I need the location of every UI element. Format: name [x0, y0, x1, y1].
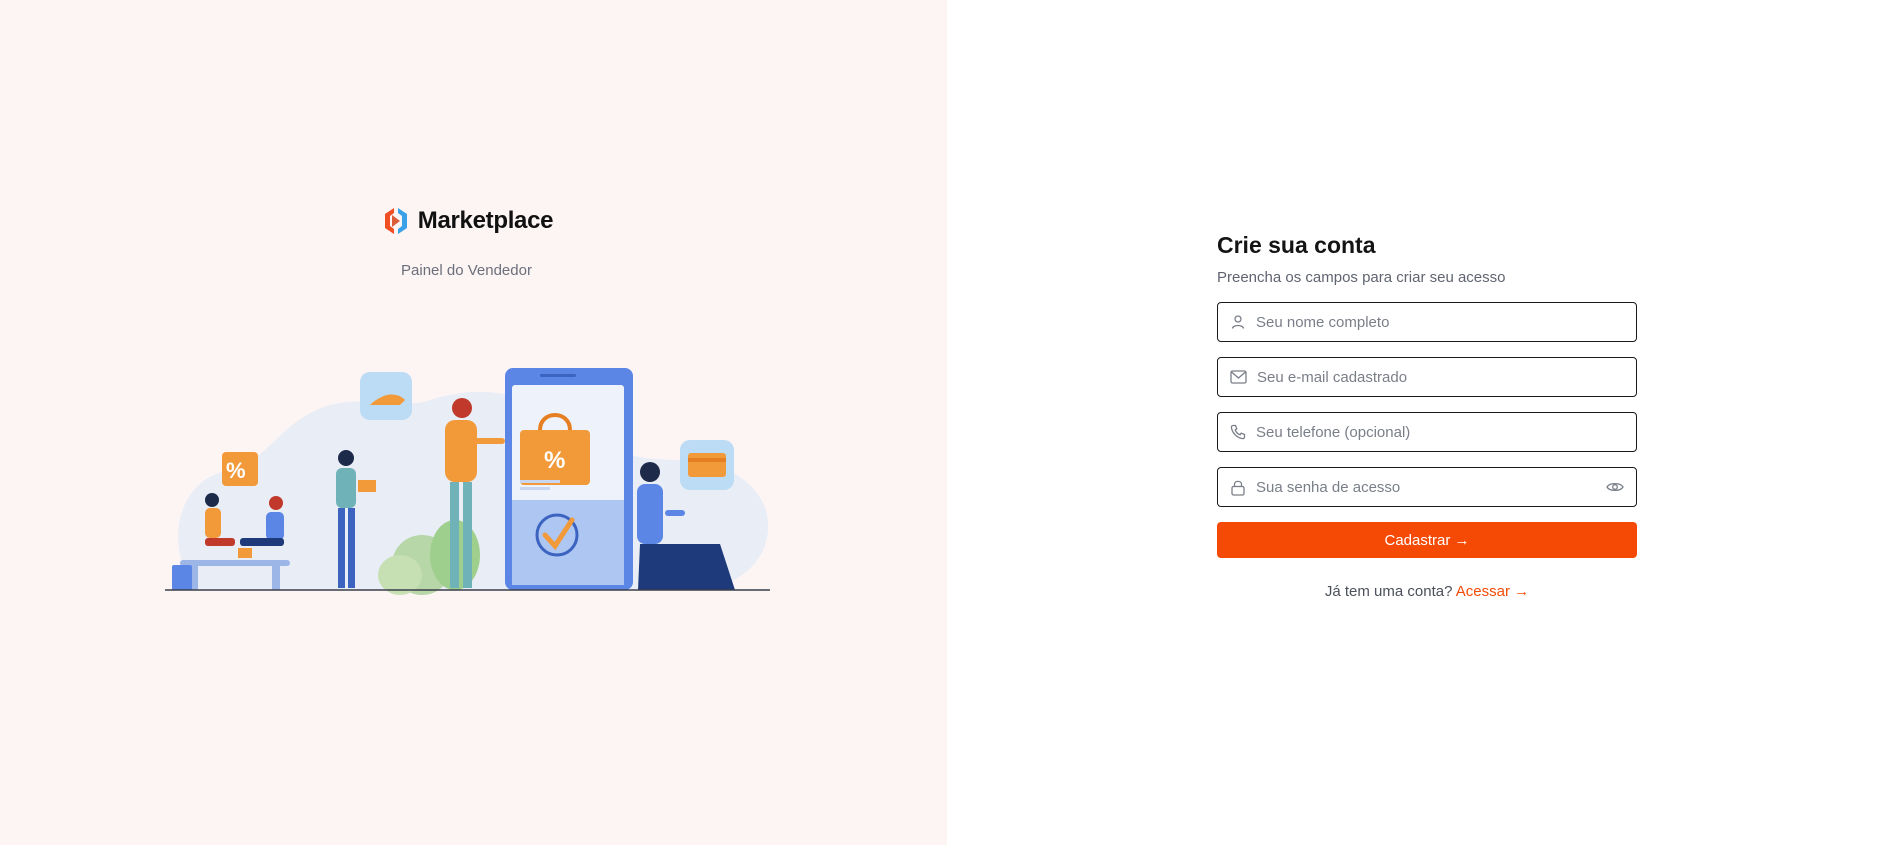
mail-icon	[1230, 370, 1247, 384]
login-prompt-line: Já tem uma conta? Acessar →	[1217, 583, 1637, 600]
form-fields	[1217, 302, 1637, 507]
user-icon	[1231, 315, 1245, 329]
left-panel: Marketplace Painel do Vendedor % %	[0, 0, 947, 845]
form-subtitle: Preencha os campos para criar seu acesso	[1217, 269, 1506, 286]
name-input[interactable]	[1256, 313, 1624, 331]
svg-text:%: %	[544, 447, 565, 474]
acessar-link[interactable]: Acessar →	[1456, 583, 1529, 600]
phone-input[interactable]	[1256, 423, 1624, 441]
phone-field[interactable]	[1217, 412, 1637, 452]
phone-icon	[1230, 424, 1246, 440]
email-input[interactable]	[1257, 368, 1624, 386]
login-prompt-text: Já tem uma conta?	[1324, 583, 1453, 600]
brand-name: Marketplace	[417, 207, 554, 234]
name-field[interactable]	[1217, 302, 1637, 342]
cadastrar-button[interactable]: Cadastrar →	[1217, 522, 1637, 558]
password-field[interactable]	[1217, 467, 1637, 507]
password-input[interactable]	[1256, 478, 1596, 496]
brand-subtitle: Painel do Vendedor	[401, 262, 532, 279]
lock-icon	[1231, 480, 1245, 496]
form-title: Crie sua conta	[1217, 232, 1376, 258]
signup-form: Crie sua conta Preencha os campos para c…	[1217, 230, 1637, 600]
email-field[interactable]	[1217, 357, 1637, 397]
svg-text:%: %	[226, 458, 246, 483]
eye-icon[interactable]	[1606, 481, 1624, 493]
shopping-people-illustration: % %	[165, 368, 770, 595]
right-panel: Crie sua conta Preencha os campos para c…	[947, 0, 1892, 845]
marketplace-logo-icon	[384, 208, 407, 234]
brand: Marketplace	[0, 205, 933, 237]
